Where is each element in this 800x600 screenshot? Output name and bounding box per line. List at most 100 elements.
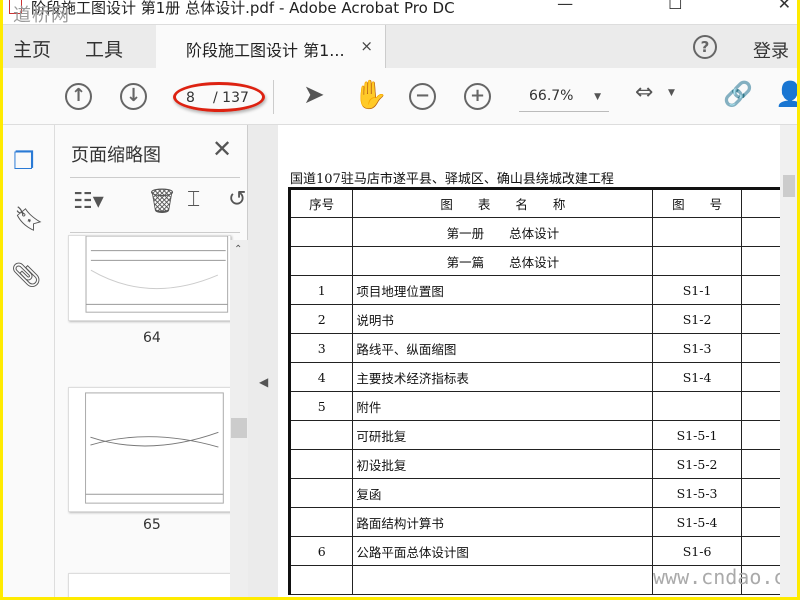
table-row: 2 说明书 S1-2 <box>288 304 780 334</box>
thumbnail-options-icon[interactable]: ☷▾ <box>73 189 104 214</box>
row-number: 5 <box>288 391 354 421</box>
zoom-value: 66.7% <box>529 88 574 104</box>
select-cursor-icon[interactable]: ➤ <box>303 80 325 110</box>
red-highlight-oval <box>173 82 265 112</box>
table-row: 3 路线平、纵面缩图 S1-3 <box>288 333 780 363</box>
page-thumbnail-66[interactable] <box>68 573 231 597</box>
row-code: S1-5-1 <box>652 420 742 450</box>
login-button[interactable]: 登录 <box>753 37 789 63</box>
row-code <box>652 391 742 421</box>
thumbnail-drawing <box>85 236 229 313</box>
panel-collapse-strip[interactable]: ◀ <box>248 125 278 597</box>
close-tab-button[interactable]: × <box>360 37 373 55</box>
help-icon[interactable]: ? <box>693 35 717 59</box>
next-page-icon[interactable]: ↓ <box>120 83 147 110</box>
row-number <box>288 478 354 508</box>
table-row: 4 主要技术经济指标表 S1-4 <box>288 362 780 392</box>
row-number: 6 <box>288 536 354 566</box>
bookmark-icon[interactable]: 🔖︎ <box>14 205 44 233</box>
row-name: 路面结构计算书 <box>352 507 654 537</box>
acrobat-window: 阶段施工图设计 第1册 总体设计.pdf - Adobe Acrobat Pro… <box>3 0 797 597</box>
row-number: 1 <box>288 275 354 305</box>
row-name: 初设批复 <box>352 449 654 479</box>
scrollbar-thumb[interactable] <box>783 175 795 197</box>
row-name: 项目地理位置图 <box>352 275 654 305</box>
scrollbar-thumb[interactable] <box>231 418 247 438</box>
zoom-out-icon[interactable]: − <box>409 83 436 110</box>
page-thumbnails-icon[interactable]: ❐ <box>13 147 35 175</box>
site-watermark: www.cndao.com <box>653 565 797 589</box>
thumbnails-panel: 页面缩略图 ✕ ☷▾ 🗑︎ ⌶ ↺ 64 65 ⌃ <box>55 125 248 597</box>
divider <box>70 177 240 178</box>
page-thumbnail-65[interactable] <box>68 387 231 512</box>
row-number <box>288 420 354 450</box>
rotate-page-icon[interactable]: ↺ <box>228 187 246 212</box>
row-code: S1-3 <box>652 333 742 363</box>
section-row: 第一册 总体设计 <box>288 217 780 247</box>
previous-page-icon[interactable]: ↑ <box>65 83 92 110</box>
section-row: 第一篇 总体设计 <box>288 246 780 276</box>
header-code: 图 号 <box>652 188 742 218</box>
delete-page-icon[interactable]: 🗑︎ <box>147 187 177 215</box>
panel-scrollbar[interactable]: ⌃ <box>230 240 248 597</box>
site-watermark: 道桥网 <box>13 5 70 25</box>
window-title: 阶段施工图设计 第1册 总体设计.pdf - Adobe Acrobat Pro… <box>31 0 455 17</box>
thumbnail-drawing <box>85 392 224 504</box>
row-name: 公路平面总体设计图 <box>352 536 654 566</box>
row-number: 3 <box>288 333 354 363</box>
tab-document[interactable]: 阶段施工图设计 第1... × <box>156 25 386 69</box>
insert-page-icon[interactable]: ⌶ <box>187 187 200 212</box>
scroll-up-icon[interactable]: ⌃ <box>234 244 242 255</box>
collapse-arrow-icon[interactable]: ◀ <box>259 375 268 389</box>
row-number: 2 <box>288 304 354 334</box>
header-no: 序号 <box>288 188 354 218</box>
row-name: 复函 <box>352 478 654 508</box>
zoom-in-icon[interactable]: + <box>464 83 491 110</box>
fit-page-icon[interactable]: ⇔ <box>635 80 653 105</box>
row-number <box>288 507 354 537</box>
document-scrollbar[interactable] <box>780 125 797 597</box>
row-number: 4 <box>288 362 354 392</box>
tab-bar: 主页 工具 阶段施工图设计 第1... × ? 登录 <box>3 24 797 69</box>
toolbar: ↑ ↓ 8 / 137 ➤ ✋ − + 66.7% ▼ ⇔ ▼ 🔗 👤 <box>3 68 797 125</box>
zoom-select[interactable]: 66.7% ▼ <box>519 88 609 112</box>
page-navigator: 8 / 137 <box>173 82 273 112</box>
row-code: S1-5-3 <box>652 478 742 508</box>
thumbnail-label: 64 <box>143 330 161 346</box>
page-thumbnail-64[interactable] <box>68 235 231 321</box>
share-link-icon[interactable]: 🔗 <box>723 80 753 108</box>
table-row: 路面结构计算书 S1-5-4 <box>288 507 780 537</box>
row-code: S1-4 <box>652 362 742 392</box>
document-tab-label: 阶段施工图设计 第1... <box>186 41 345 60</box>
chevron-down-icon[interactable]: ▼ <box>668 88 675 98</box>
pdf-page: 国道107驻马店市遂平县、驿城区、确山县绕城改建工程 序号 图 表 名 称 图 … <box>278 125 797 597</box>
attachment-icon[interactable]: 📎︎ <box>11 261 41 289</box>
chevron-down-icon: ▼ <box>594 92 601 102</box>
row-code: S1-6 <box>652 536 742 566</box>
window-controls[interactable]: — ☐ ✕ <box>557 0 791 12</box>
navigation-rail: ❐ 🔖︎ 📎︎ <box>3 125 55 597</box>
row-code: S1-1 <box>652 275 742 305</box>
user-share-icon[interactable]: 👤 <box>775 80 797 108</box>
table-header-row: 序号 图 表 名 称 图 号 <box>288 188 780 218</box>
section-label: 第一册 总体设计 <box>352 217 654 247</box>
row-name: 主要技术经济指标表 <box>352 362 654 392</box>
row-code: S1-2 <box>652 304 742 334</box>
table-row: 6 公路平面总体设计图 S1-6 <box>288 536 780 566</box>
table-row: 5 附件 <box>288 391 780 421</box>
title-bar: 阶段施工图设计 第1册 总体设计.pdf - Adobe Acrobat Pro… <box>3 0 797 24</box>
section-label: 第一篇 总体设计 <box>352 246 654 276</box>
hand-tool-icon[interactable]: ✋ <box>353 78 388 111</box>
divider <box>70 232 240 233</box>
header-name: 图 表 名 称 <box>352 188 654 218</box>
close-panel-button[interactable]: ✕ <box>212 135 232 163</box>
row-name: 路线平、纵面缩图 <box>352 333 654 363</box>
document-heading: 国道107驻马店市遂平县、驿城区、确山县绕城改建工程 <box>290 172 614 187</box>
tab-home[interactable]: 主页 <box>13 35 51 62</box>
table-row: 可研批复 S1-5-1 <box>288 420 780 450</box>
drawing-index-table: 序号 图 表 名 称 图 号 第一册 总体设计 第一篇 总体设计 1 项目地理位置… <box>288 187 780 595</box>
table-row: 复函 S1-5-3 <box>288 478 780 508</box>
tab-tools[interactable]: 工具 <box>85 35 123 62</box>
row-code: S1-5-2 <box>652 449 742 479</box>
row-number <box>288 449 354 479</box>
